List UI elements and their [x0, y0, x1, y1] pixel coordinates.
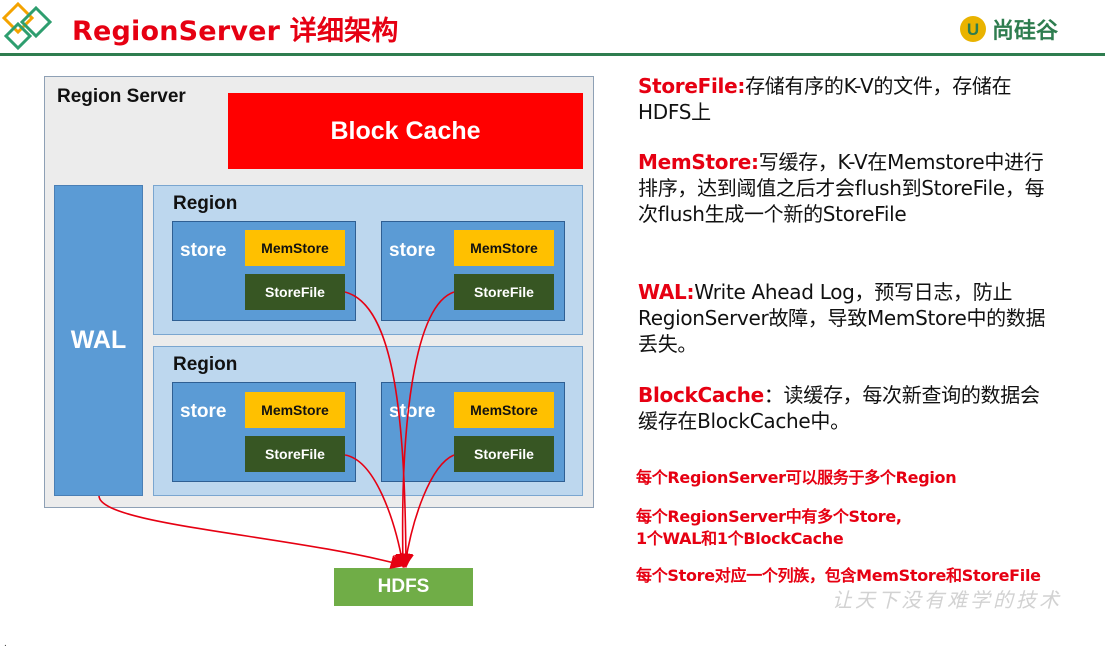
- store-label: store: [180, 401, 227, 422]
- term-storefile: StoreFile:: [638, 74, 746, 98]
- storefile-box: StoreFile: [454, 274, 554, 310]
- term-wal: WAL:: [638, 280, 695, 304]
- corner-mark: .: [4, 638, 7, 649]
- description-wal: WAL:Write Ahead Log，预写日志，防止RegionServer故…: [638, 279, 1048, 357]
- store-label: store: [389, 240, 436, 261]
- storefile-box: StoreFile: [245, 436, 345, 472]
- page-title: RegionServer 详细架构: [72, 16, 399, 47]
- description-blockcache: BlockCache：读缓存，每次新查询的数据会缓存在BlockCache中。: [638, 382, 1048, 434]
- store-label: store: [180, 240, 227, 261]
- note-stores-line1: 每个RegionServer中有多个Store,: [636, 507, 902, 526]
- note-stores-line2: 1个WAL和1个BlockCache: [636, 529, 844, 548]
- store-label: store: [389, 401, 436, 422]
- text-wal: Write Ahead Log，预写日志，防止RegionServer故障，导致…: [638, 280, 1046, 356]
- memstore-box: MemStore: [454, 392, 554, 428]
- block-cache-box: Block Cache: [228, 93, 583, 169]
- note-regions: 每个RegionServer可以服务于多个Region: [636, 468, 957, 487]
- brand-logo: U 尚硅谷: [958, 12, 1058, 46]
- brand-u-icon: U: [960, 16, 986, 42]
- description-memstore: MemStore:写缓存，K-V在Memstore中进行排序，达到阈值之后才会f…: [638, 149, 1048, 227]
- term-memstore: MemStore:: [638, 150, 759, 174]
- header-divider: [0, 53, 1105, 56]
- storefile-box: StoreFile: [454, 436, 554, 472]
- description-storefile: StoreFile:存储有序的K-V的文件，存储在HDFS上: [638, 73, 1048, 125]
- term-blockcache: BlockCache: [638, 383, 764, 407]
- watermark: 让天下没有难学的技术: [832, 588, 1062, 612]
- memstore-box: MemStore: [245, 392, 345, 428]
- brand-mark: U: [967, 20, 979, 39]
- region-label: Region: [173, 354, 238, 375]
- wal-box: WAL: [54, 185, 143, 496]
- logo-diamonds-icon: [1, 1, 53, 51]
- memstore-box: MemStore: [454, 230, 554, 266]
- region-server-label: Region Server: [57, 86, 186, 107]
- region-label: Region: [173, 193, 238, 214]
- brand-name: 尚硅谷: [992, 19, 1059, 44]
- hdfs-box: HDFS: [334, 568, 473, 606]
- storefile-box: StoreFile: [245, 274, 345, 310]
- memstore-box: MemStore: [245, 230, 345, 266]
